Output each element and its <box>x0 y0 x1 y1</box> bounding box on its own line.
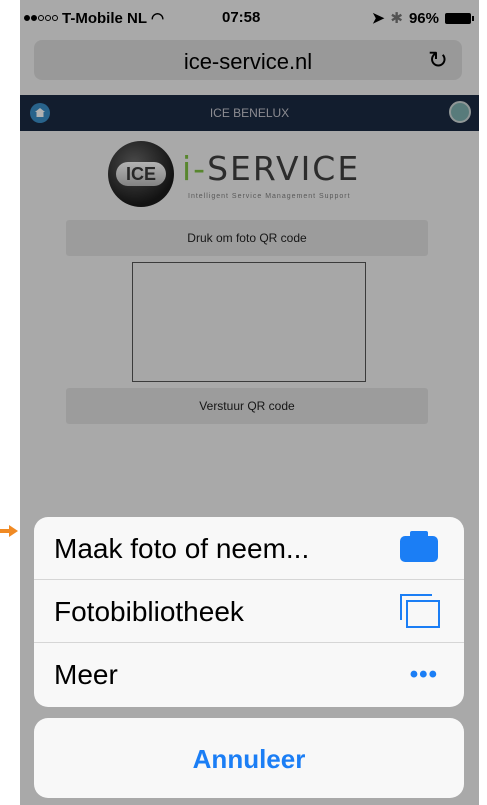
sheet-item-label: Fotobibliotheek <box>54 596 244 627</box>
more-icon: ••• <box>409 661 438 688</box>
cancel-button[interactable]: Annuleer <box>34 718 464 798</box>
sheet-item-more[interactable]: Meer ••• <box>34 643 464 706</box>
sheet-item-camera[interactable]: Maak foto of neem... <box>34 517 464 580</box>
photo-library-icon <box>400 594 440 628</box>
annotation-arrow <box>0 525 18 537</box>
cancel-label: Annuleer <box>192 744 306 774</box>
sheet-item-photo-library[interactable]: Fotobibliotheek <box>34 580 464 643</box>
action-sheet: Maak foto of neem... Fotobibliotheek Mee… <box>34 517 464 707</box>
phone-screen: T-Mobile NL ◠ 07:58 ➤ ✱ 96% ice-service.… <box>20 0 479 805</box>
camera-icon <box>400 531 438 562</box>
sheet-item-label: Maak foto of neem... <box>54 533 310 564</box>
sheet-item-label: Meer <box>54 659 118 690</box>
